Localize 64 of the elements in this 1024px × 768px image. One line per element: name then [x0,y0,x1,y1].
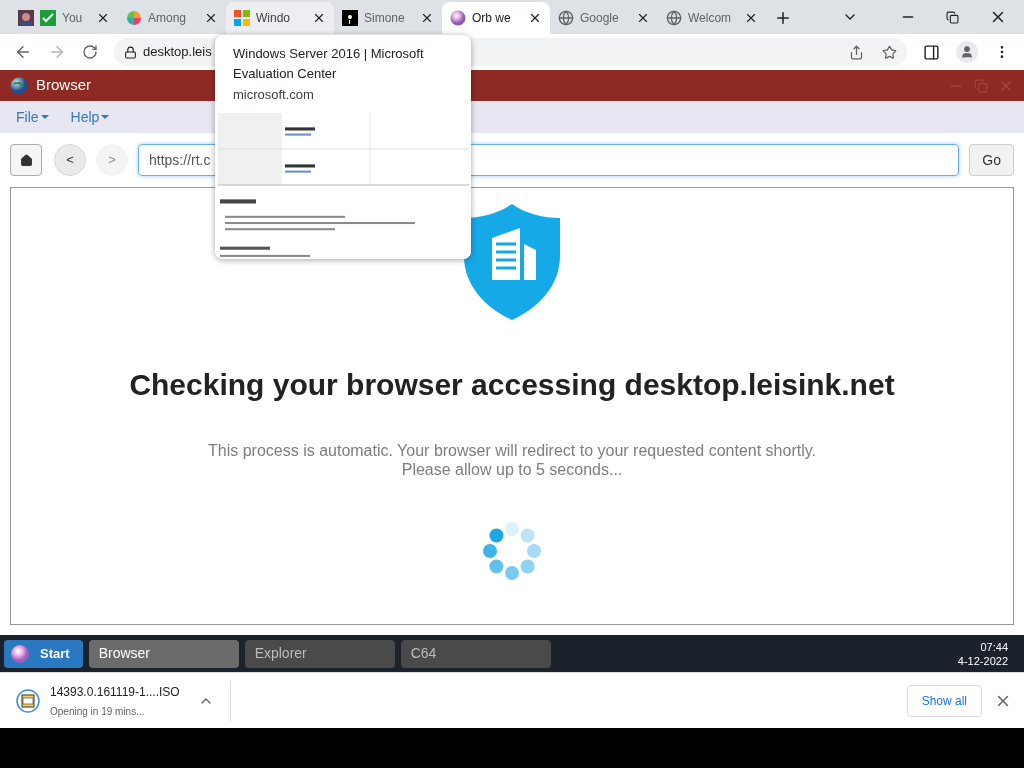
download-status: Opening in 19 mins... [50,704,146,719]
side-panel-icon[interactable] [923,43,940,61]
close-icon[interactable] [744,11,758,25]
go-button[interactable]: Go [969,144,1014,176]
tab-title: Google [580,10,620,27]
bookmark-star-icon[interactable] [882,44,897,60]
orb-icon [450,10,466,26]
close-icon[interactable] [420,11,434,25]
back-icon[interactable] [14,43,32,61]
disc-image-file-icon [16,688,40,713]
pinwheel-icon [126,10,142,26]
menu-item[interactable]: File [16,106,49,128]
tab-title: Windo [256,10,291,27]
reload-icon[interactable] [82,44,98,60]
close-icon[interactable] [204,11,218,25]
browser-tab[interactable]: Google [550,2,658,34]
close-icon[interactable] [96,11,110,25]
dark-square-icon [342,10,358,26]
preview-domain: microsoft.com [233,86,315,104]
globe-icon [666,10,682,26]
globe-icon [558,10,574,26]
taskbar-button[interactable]: C64 [400,639,551,668]
browser-tab[interactable]: Windo [226,2,334,34]
photo-icon [18,10,34,26]
close-icon[interactable] [636,11,650,25]
globe-icon [10,76,28,95]
page-heading: Checking your browser accessing desktop.leisink.net [129,367,895,403]
browser-tab[interactable]: Welcom [658,2,766,34]
browser-tab[interactable]: Among [118,2,226,34]
browser-tab[interactable]: Orb we [442,2,550,34]
taskbar-button[interactable]: Browser [88,639,239,668]
lock-icon [124,45,137,59]
app-title: Browser [36,75,91,96]
checkbox-icon [40,10,56,26]
tab-title: You [62,10,84,27]
orb-icon [10,643,30,664]
loading-spinner-icon [480,519,544,583]
share-icon[interactable] [849,44,864,60]
taskbar-button[interactable]: Explorer [244,639,395,668]
tab-title: Orb we [472,10,512,27]
browser-tab[interactable]: Simone [334,2,442,34]
start-button[interactable]: Start [4,639,83,668]
windows-logo-icon [234,10,250,26]
download-file-name[interactable]: 14393.0.161119-1....ISO [50,682,190,701]
new-tab-icon[interactable] [774,9,792,27]
url-text: desktop.leis [143,43,212,62]
close-icon[interactable] [528,11,542,25]
person-icon [960,45,974,59]
home-icon [19,153,33,167]
tab-title: Simone [364,10,406,27]
browser-tab[interactable]: You [10,2,118,34]
menu-item[interactable]: Help [70,106,110,128]
profile-avatar[interactable] [956,41,978,63]
close-icon[interactable] [312,11,326,25]
clock-date: 4-12-2022 [957,653,1008,668]
tab-title: Welcom [688,10,733,27]
status-text: Please allow up to 5 seconds... [401,460,623,479]
clock-time: 07:44 [980,639,1008,654]
status-text: This process is automatic. Your browser will redirect to your requested content shortly. [208,441,816,460]
show-all-button[interactable]: Show all [906,684,982,717]
restore-icon[interactable] [946,10,959,24]
home-button[interactable] [10,144,42,176]
tab-title: Among [148,10,188,27]
back-button[interactable]: < [54,144,86,176]
